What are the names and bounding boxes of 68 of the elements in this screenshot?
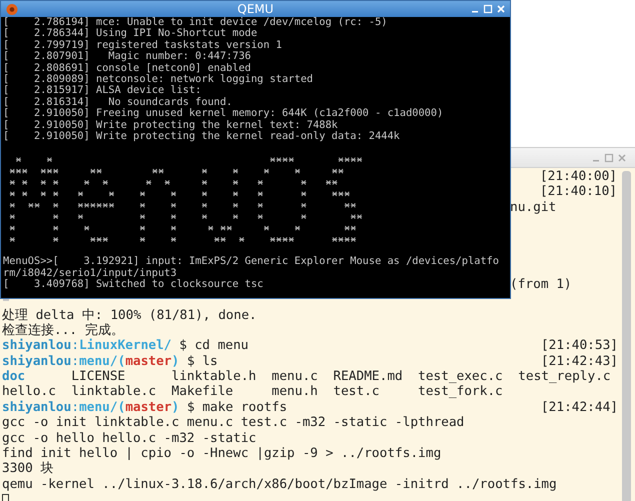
console-line: [ 2.809089] netconsole: network logging started [3,74,313,85]
prompt-separator: : [71,354,80,370]
close-icon[interactable] [617,152,627,162]
prompt-separator: : [71,400,80,416]
maximize-icon[interactable] [604,152,614,162]
terminal-line: 检查连接... 完成。 [2,322,124,338]
prompt-path: menu/ [79,354,118,370]
file-name: Makefile [171,384,234,400]
file-name: doc [2,369,26,384]
file-name: test_fork.c [418,384,504,400]
branch-bracket: ) [172,400,180,416]
prompt-user: shiyanlou [2,338,72,354]
app-logo-icon [5,2,19,16]
prompt-path: menu/ [79,400,118,416]
prompt-symbol: $ [179,338,187,354]
branch-name: master [125,354,172,370]
terminal-line: (from 1) [510,276,572,292]
console-line: [ 2.799719] registered taskstats version 1 [3,40,282,52]
console-line: MenuOS>>[ 3.192921] input: ImExPS/2 Generic Explorer Mouse as /devices/platfo [3,256,499,268]
terminal-line: 3300 块 [2,461,54,477]
branch-bracket: ( [118,400,126,416]
file-name: README.md [333,369,404,384]
prompt-symbol: $ [186,400,195,416]
timestamp: [21:42:43] [540,354,618,370]
prompt-path: LinuxKernel/ [79,338,172,354]
terminal-line: find init hello | cpio -o -Hnewc |gzip -9 > ../rootfs.img [2,446,442,462]
file-name: hello.c [2,384,57,400]
console-line: [ 2.808691] console [netcon0] enabled [3,62,251,74]
console-line: [ 2.815917] ALSA device list: [3,85,202,97]
console-line: rm/i8042/serio1/input/input3 [3,268,177,279]
timestamp: [21:40:00] [540,169,617,184]
command-text: ls [202,354,218,370]
prompt-user: shiyanlou [2,354,72,370]
timestamp: [21:40:10] [540,184,617,200]
terminal-line: nu.git [510,200,556,216]
text-cursor [3,299,9,302]
window-title: QEMU [237,2,274,16]
file-name: linktable.h [171,369,258,384]
file-name: menu.c [272,369,319,384]
prompt-symbol: $ [186,354,195,370]
timestamp: [21:42:44] [540,400,618,416]
prompt-user: shiyanlou [2,400,72,416]
branch-bracket: ) [172,354,180,370]
branch-name: master [125,400,172,416]
file-name: test_reply.c [518,369,611,384]
branch-bracket: ( [118,354,126,370]
file-name: LICENSE [71,369,126,384]
terminal-line: 处理 delta 中: 100% (81/81), done. [2,308,257,323]
command-text: make rootfs [202,400,288,416]
file-name: test_exec.c [418,369,504,384]
console-line: [ 3.409768] Switched to clocksource tsc [3,279,264,290]
console-line: [ 2.910050] Write protecting the kernel read-only data: 2444k [3,130,400,142]
console-line: [ 2.786194] mce: Unable to init device /dev/mcelog (rc: -5) [3,17,388,28]
terminal-line: gcc -o hello hello.c -m32 -static [2,430,256,446]
scrollbar[interactable] [622,171,631,501]
terminal-line: qemu -kernel ../linux-3.18.6/arch/x86/boot/bzImage -initrd ../rootfs.img [2,476,557,492]
console-line: [ 2.807901] Magic number: 0:447:736 [3,51,251,63]
command-text: cd menu [194,338,249,354]
prompt-separator: : [71,338,80,354]
timestamp: [21:40:53] [540,338,618,354]
console-line: [ 2.816314] No soundcards found. [3,96,232,108]
console-line: [ 2.910050] Write protecting the kernel text: 7488k [3,120,338,131]
file-name: linktable.c [71,384,158,400]
console-line: [ 2.786344] Using IPI No-Shortcut mode [3,28,258,40]
file-name: test.c [333,384,380,400]
console-line: [ 2.910050] Freeing unused kernel memory: 644K (c1a2f000 - c1ad0000) [3,108,444,120]
file-name: menu.h [272,384,319,400]
terminal-line: gcc -o init linktable.c menu.c test.c -m32 -static -lpthread [2,415,464,431]
